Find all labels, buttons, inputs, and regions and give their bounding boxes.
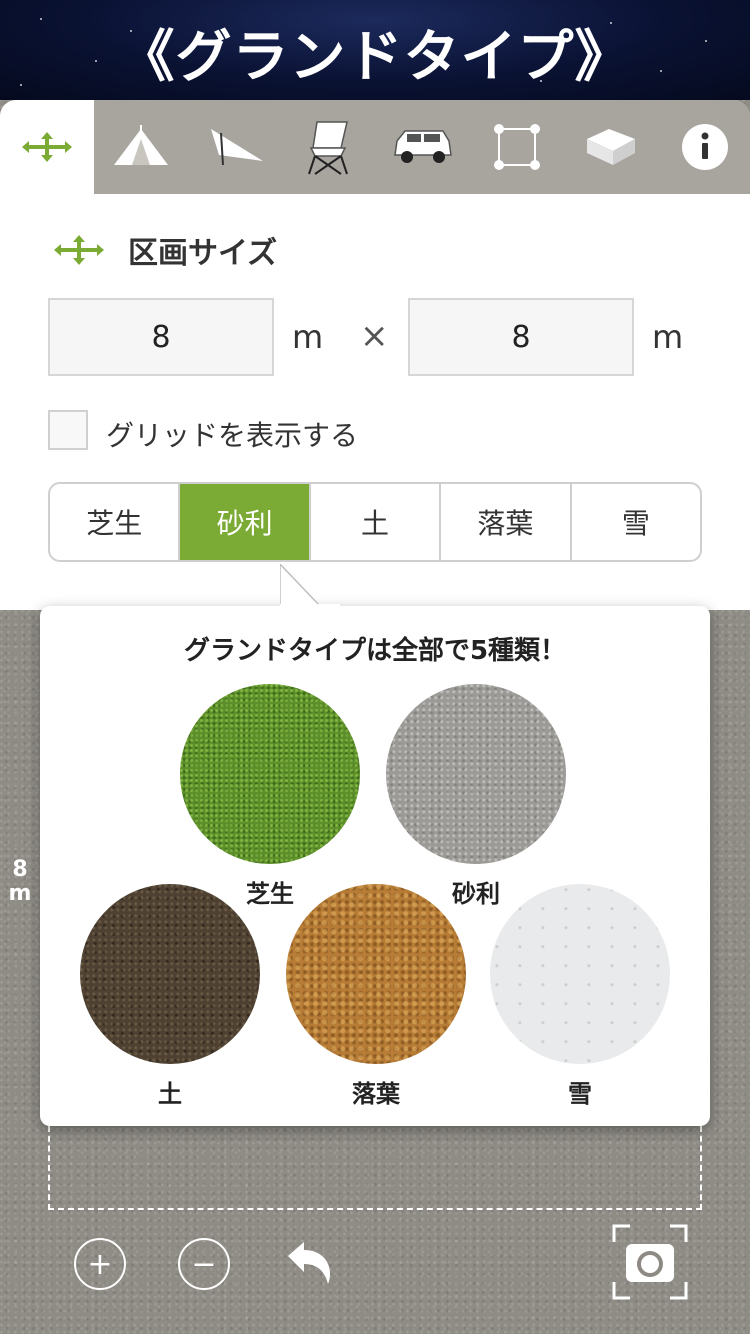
- swatch-label-soil: 土: [158, 1080, 182, 1108]
- camera-icon[interactable]: [610, 1222, 690, 1302]
- ground-types-popover: グランドタイプは全部で5種類！ 芝生 砂利 土 落葉 雪: [40, 564, 710, 1126]
- ground-type-selector: 芝生 砂利 土 落葉 雪: [48, 482, 702, 562]
- zoom-out-button[interactable]: −: [178, 1238, 230, 1290]
- swatch-leaves: [286, 884, 466, 1064]
- ground-option-grass[interactable]: 芝生: [50, 484, 181, 560]
- zoom-in-button[interactable]: +: [74, 1238, 126, 1290]
- tool-chair[interactable]: [282, 100, 376, 194]
- section-title: 区画サイズ: [128, 236, 278, 271]
- info-icon: [682, 124, 728, 170]
- tool-move[interactable]: [0, 100, 94, 194]
- settings-panel: 区画サイズ 8 m × 8 m グリッドを表示する 芝生 砂利 土 落葉 雪: [0, 194, 750, 610]
- swatch-grass: [180, 684, 360, 864]
- tarp-icon: [211, 129, 263, 166]
- car-icon: [394, 130, 452, 163]
- plot-boundary: [48, 1126, 702, 1210]
- grid-checkbox[interactable]: [48, 410, 88, 450]
- popover-title: グランドタイプは全部で5種類！: [183, 636, 567, 666]
- times-sign: ×: [360, 316, 389, 356]
- swatch-snow: [490, 884, 670, 1064]
- swatch-soil: [80, 884, 260, 1064]
- grid-checkbox-label[interactable]: グリッドを表示する: [106, 414, 358, 454]
- move-arrows-icon: [22, 132, 72, 162]
- ground-option-snow[interactable]: 雪: [572, 484, 700, 560]
- width-unit: m: [292, 318, 324, 356]
- popover-pointer: [280, 564, 340, 608]
- ground-option-gravel[interactable]: 砂利: [180, 484, 311, 560]
- tool-tent[interactable]: [94, 100, 188, 194]
- undo-icon[interactable]: [284, 1240, 334, 1286]
- move-arrows-icon: [54, 235, 104, 265]
- depth-input[interactable]: 8: [408, 298, 634, 376]
- tool-info[interactable]: [658, 100, 750, 194]
- tool-tarp[interactable]: [188, 100, 282, 194]
- tool-area[interactable]: [470, 100, 564, 194]
- side-dimension-number: 8: [12, 857, 28, 882]
- width-input[interactable]: 8: [48, 298, 274, 376]
- tent-icon: [114, 125, 168, 165]
- ground-option-soil[interactable]: 土: [311, 484, 442, 560]
- depth-unit: m: [652, 318, 684, 356]
- chair-icon: [308, 121, 348, 175]
- tool-storage[interactable]: [564, 100, 658, 194]
- tool-bar: [0, 100, 750, 194]
- side-dimension-unit: m: [8, 881, 32, 906]
- swatch-label-leaves: 落葉: [352, 1080, 400, 1108]
- ground-option-leaves[interactable]: 落葉: [441, 484, 572, 560]
- area-select-icon: [494, 124, 540, 170]
- section-header: 区画サイズ: [52, 230, 278, 271]
- side-dimension-label: 8 m: [8, 858, 32, 906]
- storage-box-icon: [587, 129, 635, 165]
- header: 《グランドタイプ》: [0, 0, 750, 100]
- tool-car[interactable]: [376, 100, 470, 194]
- page-title: 《グランドタイプ》: [118, 25, 632, 90]
- swatch-label-snow: 雪: [568, 1080, 592, 1108]
- swatch-gravel: [386, 684, 566, 864]
